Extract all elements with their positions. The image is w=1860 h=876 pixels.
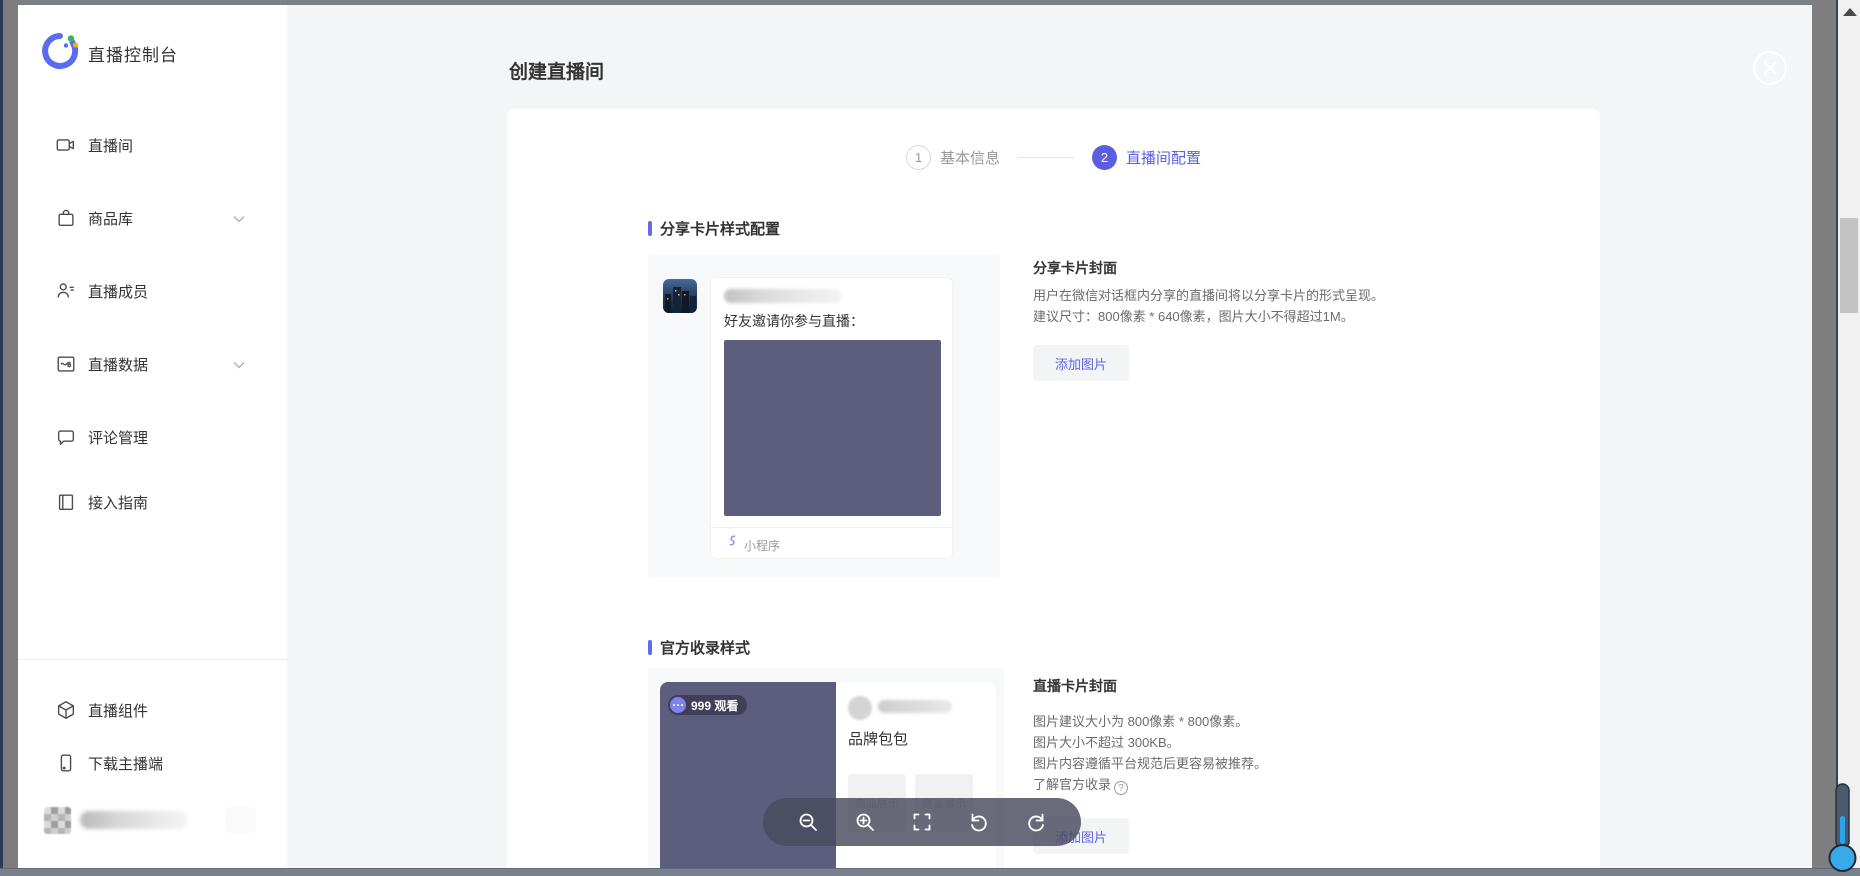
sidebar-item-label: 接入指南 [88, 492, 148, 513]
fullscreen-icon[interactable] [909, 809, 935, 835]
share-card-bubble: 好友邀请你参与直播： 小程序 [710, 277, 953, 559]
sidebar-item-product-library[interactable]: 商品库 [18, 198, 287, 238]
member-icon [55, 280, 77, 302]
window-frame-left [0, 0, 18, 876]
bag-icon [55, 207, 77, 229]
official-listing-help-link[interactable]: 了解官方收录? [1033, 774, 1128, 795]
user-name-redacted [80, 811, 188, 829]
invite-text: 好友邀请你参与直播： [724, 311, 864, 331]
image-viewer-toolbar [763, 798, 1081, 846]
live-cover-heading: 直播卡片封面 [1033, 676, 1117, 696]
live-status-icon [670, 697, 686, 713]
share-cover-desc-line2: 建议尺寸：800像素 * 640像素，图片大小不得超过1M。 [1033, 306, 1354, 327]
app-screen: 直播控制台 直播间 商品库 [0, 0, 1860, 876]
rotate-right-icon[interactable] [1023, 809, 1049, 835]
live-title: 品牌包包 [848, 728, 908, 749]
guide-icon [55, 491, 77, 513]
sidebar: 直播控制台 直播间 商品库 [18, 5, 287, 868]
sidebar-item-live-members[interactable]: 直播成员 [18, 271, 287, 311]
camera-icon [55, 134, 77, 156]
step-2-circle: 2 [1092, 145, 1117, 170]
section-share-card-header: 分享卡片样式配置 [648, 218, 780, 239]
scrollbar-track[interactable] [1838, 0, 1860, 876]
share-card-preview-panel: 好友邀请你参与直播： 小程序 [648, 255, 1000, 577]
stepper: 1 基本信息 2 直播间配置 [507, 145, 1600, 170]
step-connector [1018, 157, 1074, 158]
avatar [44, 807, 71, 834]
section-accent-bar [648, 221, 652, 236]
app-logo-icon [40, 31, 80, 71]
chevron-down-icon [232, 212, 246, 224]
host-name-redacted [878, 700, 952, 713]
share-card-cover-placeholder [724, 340, 941, 516]
comment-icon [55, 426, 77, 448]
zoom-in-icon[interactable] [852, 809, 878, 835]
share-cover-heading: 分享卡片封面 [1033, 258, 1117, 278]
sidebar-item-live-data[interactable]: 直播数据 [18, 344, 287, 384]
live-cover-desc-line1: 图片建议大小为 800像素 * 800像素。 [1033, 711, 1248, 732]
sidebar-item-live-room[interactable]: 直播间 [18, 125, 287, 165]
viewer-count: 999 观看 [691, 697, 738, 714]
live-card-info: 品牌包包 商品展示 商品展示 [836, 682, 996, 876]
zoom-out-icon[interactable] [795, 809, 821, 835]
rotate-left-icon[interactable] [966, 809, 992, 835]
mini-program-icon [726, 534, 739, 552]
sidebar-item-label: 直播成员 [88, 281, 148, 302]
app-title: 直播控制台 [88, 41, 178, 66]
sidebar-item-download-host-app[interactable]: 下载主播端 [18, 743, 287, 783]
chat-avatar-image [663, 279, 697, 313]
chart-icon [55, 353, 77, 375]
user-side-chip [226, 807, 256, 833]
section-accent-bar [648, 640, 652, 655]
sidebar-item-label: 直播数据 [88, 354, 148, 375]
sidebar-item-live-components[interactable]: 直播组件 [18, 690, 287, 730]
window-frame-bottom [0, 868, 1860, 876]
create-live-room-card: 1 基本信息 2 直播间配置 分享卡片样式配置 [507, 109, 1600, 876]
close-icon [1763, 61, 1777, 75]
add-image-button-share[interactable]: 添加图片 [1033, 345, 1129, 381]
window-frame-top [0, 0, 1860, 5]
host-avatar-redacted [848, 696, 872, 720]
sidebar-divider [18, 659, 287, 660]
close-button[interactable] [1753, 51, 1787, 85]
live-cover-desc-line3: 图片内容遵循平台规范后更容易被推荐。 [1033, 753, 1267, 774]
live-cover-placeholder: 999 观看 [660, 682, 836, 876]
sidebar-item-integration-guide[interactable]: 接入指南 [18, 482, 287, 522]
share-cover-desc-line1: 用户在微信对话框内分享的直播间将以分享卡片的形式呈现。 [1033, 285, 1384, 306]
page-title: 创建直播间 [509, 57, 604, 84]
touch-pointer-icon [1828, 778, 1858, 876]
scrollbar-thumb[interactable] [1840, 218, 1858, 313]
sidebar-item-label: 直播间 [88, 135, 133, 156]
scrollbar-up-arrow[interactable] [1843, 8, 1857, 16]
step-1-label: 基本信息 [940, 147, 1000, 168]
chevron-down-icon [232, 358, 246, 370]
mini-program-label: 小程序 [744, 537, 780, 554]
sender-name-redacted [724, 289, 842, 303]
step-1-circle: 1 [906, 145, 931, 170]
section-official-listing-header: 官方收录样式 [648, 637, 750, 658]
sidebar-item-label: 商品库 [88, 208, 133, 229]
step-2-label: 直播间配置 [1126, 147, 1201, 168]
help-icon: ? [1114, 781, 1128, 795]
sidebar-item-comment-management[interactable]: 评论管理 [18, 417, 287, 457]
sidebar-item-label: 评论管理 [88, 427, 148, 448]
sidebar-item-label: 下载主播端 [88, 753, 163, 774]
live-card-preview: 999 观看 品牌包包 商品展示 商品展示 [660, 682, 996, 876]
phone-icon [55, 752, 77, 774]
window-frame-right [1812, 0, 1838, 876]
share-card-footer: 小程序 [711, 527, 952, 559]
live-cover-desc-line2: 图片大小不超过 300KB。 [1033, 732, 1180, 753]
cube-icon [55, 699, 77, 721]
user-account-row[interactable] [18, 801, 287, 845]
viewer-badge: 999 观看 [668, 695, 747, 715]
sidebar-item-label: 直播组件 [88, 700, 148, 721]
